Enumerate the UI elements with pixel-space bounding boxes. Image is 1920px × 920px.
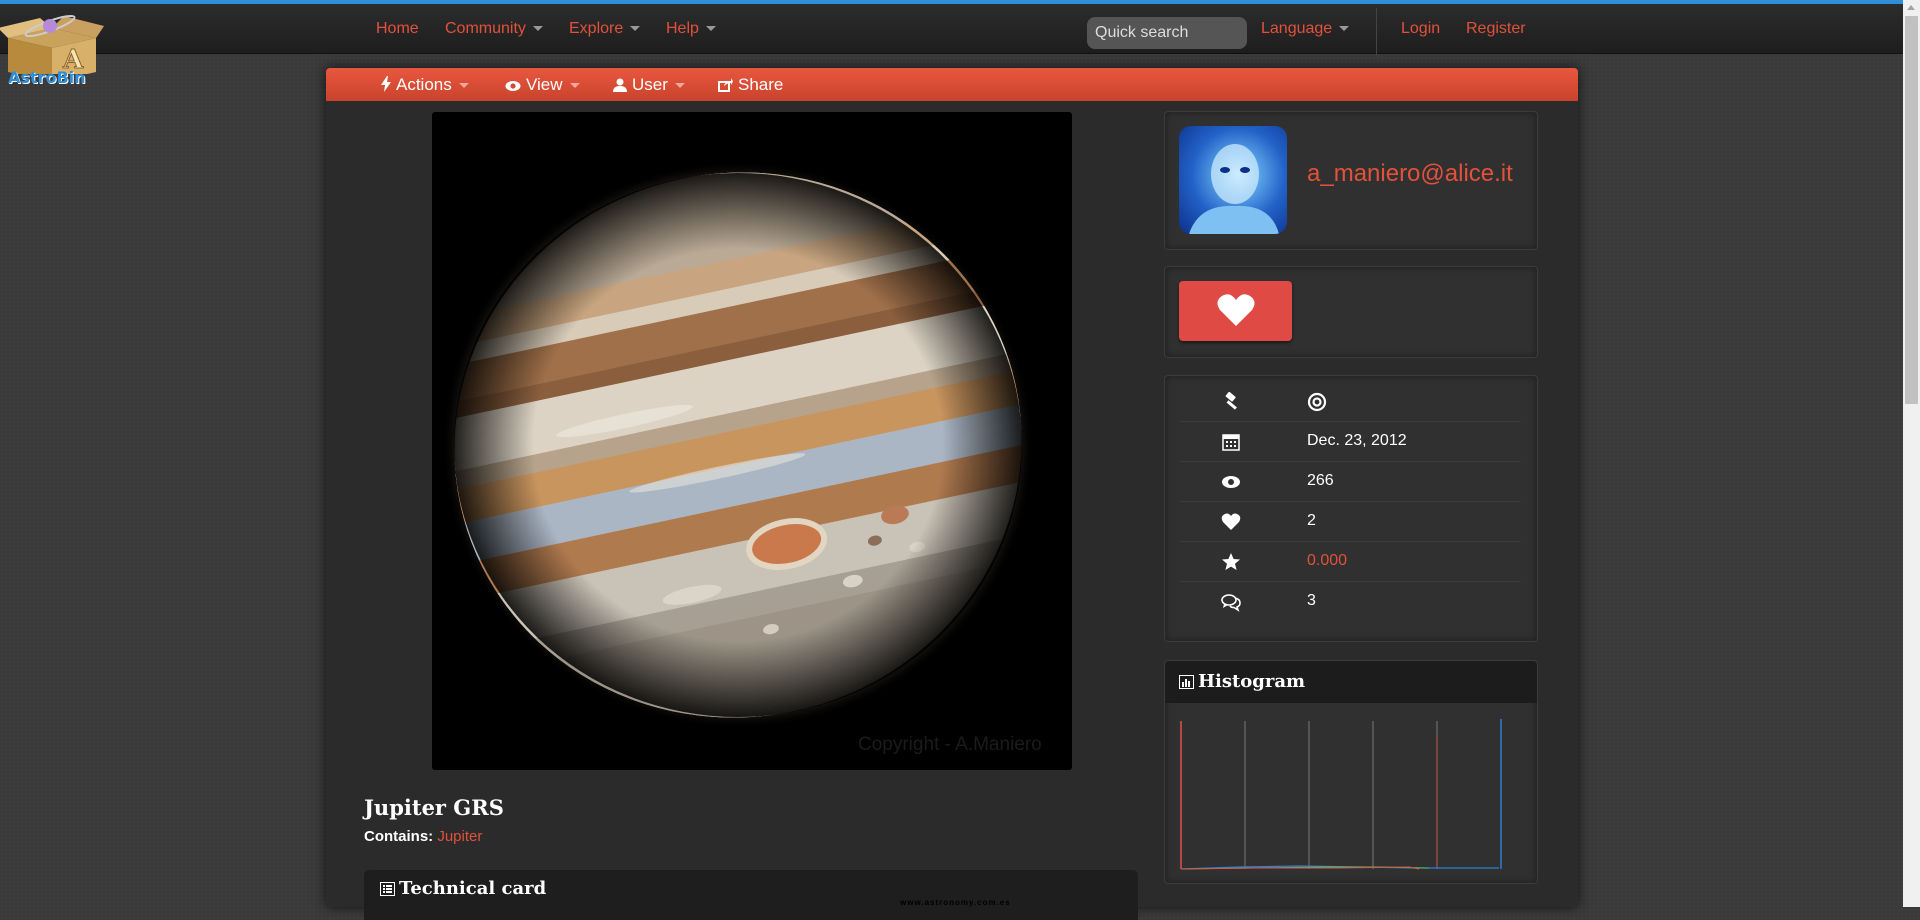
actions-menu[interactable]: Actions [381, 75, 469, 95]
histogram-panel: Histogram [1164, 660, 1538, 884]
logo-text: AstroBin [8, 68, 86, 87]
eye-icon [505, 81, 521, 91]
stats-panel: Dec. 23, 2012 266 2 0.000 3 [1164, 375, 1538, 642]
calendar-icon [1222, 434, 1240, 451]
share-icon [718, 78, 733, 92]
histogram-header: Histogram [1165, 661, 1537, 703]
image-watermark: Copyright - A.Maniero [858, 734, 1042, 755]
avatar-portrait [1189, 144, 1279, 234]
chevron-down-icon [705, 26, 716, 32]
avatar[interactable] [1179, 126, 1287, 234]
username-link[interactable]: a_maniero@alice.it [1307, 160, 1513, 188]
nav-language[interactable]: Language [1261, 20, 1350, 38]
heart-icon [1217, 294, 1255, 326]
histogram-title: Histogram [1179, 671, 1305, 692]
chevron-down-icon [630, 26, 641, 32]
technical-card-fine-print: www.astronomy.com.es [900, 898, 1011, 907]
eye-icon [1222, 476, 1240, 488]
nav-divider [1376, 8, 1377, 57]
chevron-down-icon [1339, 26, 1350, 32]
comments-icon [1221, 594, 1241, 612]
actions-label: Actions [396, 75, 452, 94]
contains-subject-link[interactable]: Jupiter [437, 828, 482, 845]
stat-row-date: Dec. 23, 2012 [1179, 422, 1521, 462]
nav-help-label: Help [666, 20, 699, 37]
user-menu[interactable]: User [613, 75, 685, 95]
nav-community[interactable]: Community [445, 20, 543, 38]
top-navbar: Home Community Explore Help Language Log… [0, 4, 1903, 57]
register-link[interactable]: Register [1466, 20, 1526, 38]
bolt-icon [381, 76, 391, 92]
stat-row-views: 266 [1179, 462, 1521, 502]
share-label: Share [738, 75, 784, 94]
user-label: User [632, 75, 668, 94]
stat-value-comments: 3 [1307, 592, 1316, 609]
chevron-down-icon [532, 26, 543, 32]
histogram-title-text: Histogram [1198, 671, 1306, 692]
histogram-chart [1180, 719, 1502, 870]
nav-community-label: Community [445, 20, 526, 37]
main-image[interactable]: Copyright - A.Maniero [432, 112, 1072, 770]
scroll-thumb[interactable] [1905, 16, 1918, 404]
star-icon [1222, 553, 1240, 570]
astrobin-logo[interactable]: A AstroBin [0, 4, 104, 87]
contains-label: Contains: [364, 828, 434, 845]
technical-card: Technical card www.astronomy.com.es [364, 870, 1138, 920]
copyright-icon [1307, 392, 1327, 412]
jupiter-image [432, 119, 1072, 770]
view-menu[interactable]: View [505, 75, 580, 95]
chevron-down-icon [569, 83, 580, 89]
nav-home[interactable]: Home [376, 20, 419, 38]
view-label: View [526, 75, 563, 94]
contains-line: Contains: Jupiter [364, 828, 482, 845]
stat-value-likes: 2 [1307, 512, 1316, 529]
stat-row-likes: 2 [1179, 502, 1521, 542]
technical-card-title-text: Technical card [399, 878, 547, 899]
logo-box-icon: A [0, 14, 104, 82]
share-button[interactable]: Share [718, 75, 783, 95]
user-icon [613, 78, 627, 92]
stat-row-comments: 3 [1179, 582, 1521, 621]
login-link[interactable]: Login [1401, 20, 1440, 38]
chevron-down-icon [458, 83, 469, 89]
nav-explore[interactable]: Explore [569, 20, 641, 38]
nav-language-label: Language [1261, 20, 1333, 37]
heart-icon [1221, 513, 1241, 530]
user-panel: a_maniero@alice.it [1164, 111, 1538, 250]
image-toolbar: Actions View User Share [326, 68, 1578, 101]
stat-value-views: 266 [1307, 472, 1334, 489]
chevron-down-icon [674, 83, 685, 89]
nav-help[interactable]: Help [666, 20, 716, 38]
like-panel [1164, 266, 1538, 358]
stat-value-rating[interactable]: 0.000 [1307, 552, 1347, 570]
quick-search-input[interactable] [1087, 17, 1247, 49]
page-scrollbar[interactable] [1903, 0, 1920, 907]
gavel-icon [1225, 392, 1237, 410]
nav-explore-label: Explore [569, 20, 624, 37]
like-button[interactable] [1179, 281, 1292, 341]
scroll-up-arrow-icon[interactable] [1907, 5, 1915, 10]
stat-value-date: Dec. 23, 2012 [1307, 432, 1407, 449]
main-container: Actions View User Share Copyright - A.Ma… [326, 68, 1578, 920]
bar-chart-icon [1179, 675, 1194, 689]
stat-row-rating: 0.000 [1179, 542, 1521, 582]
technical-card-title: Technical card [380, 878, 546, 899]
stat-row-license [1179, 382, 1521, 422]
image-title: Jupiter GRS [364, 795, 504, 820]
list-alt-icon [380, 882, 395, 896]
